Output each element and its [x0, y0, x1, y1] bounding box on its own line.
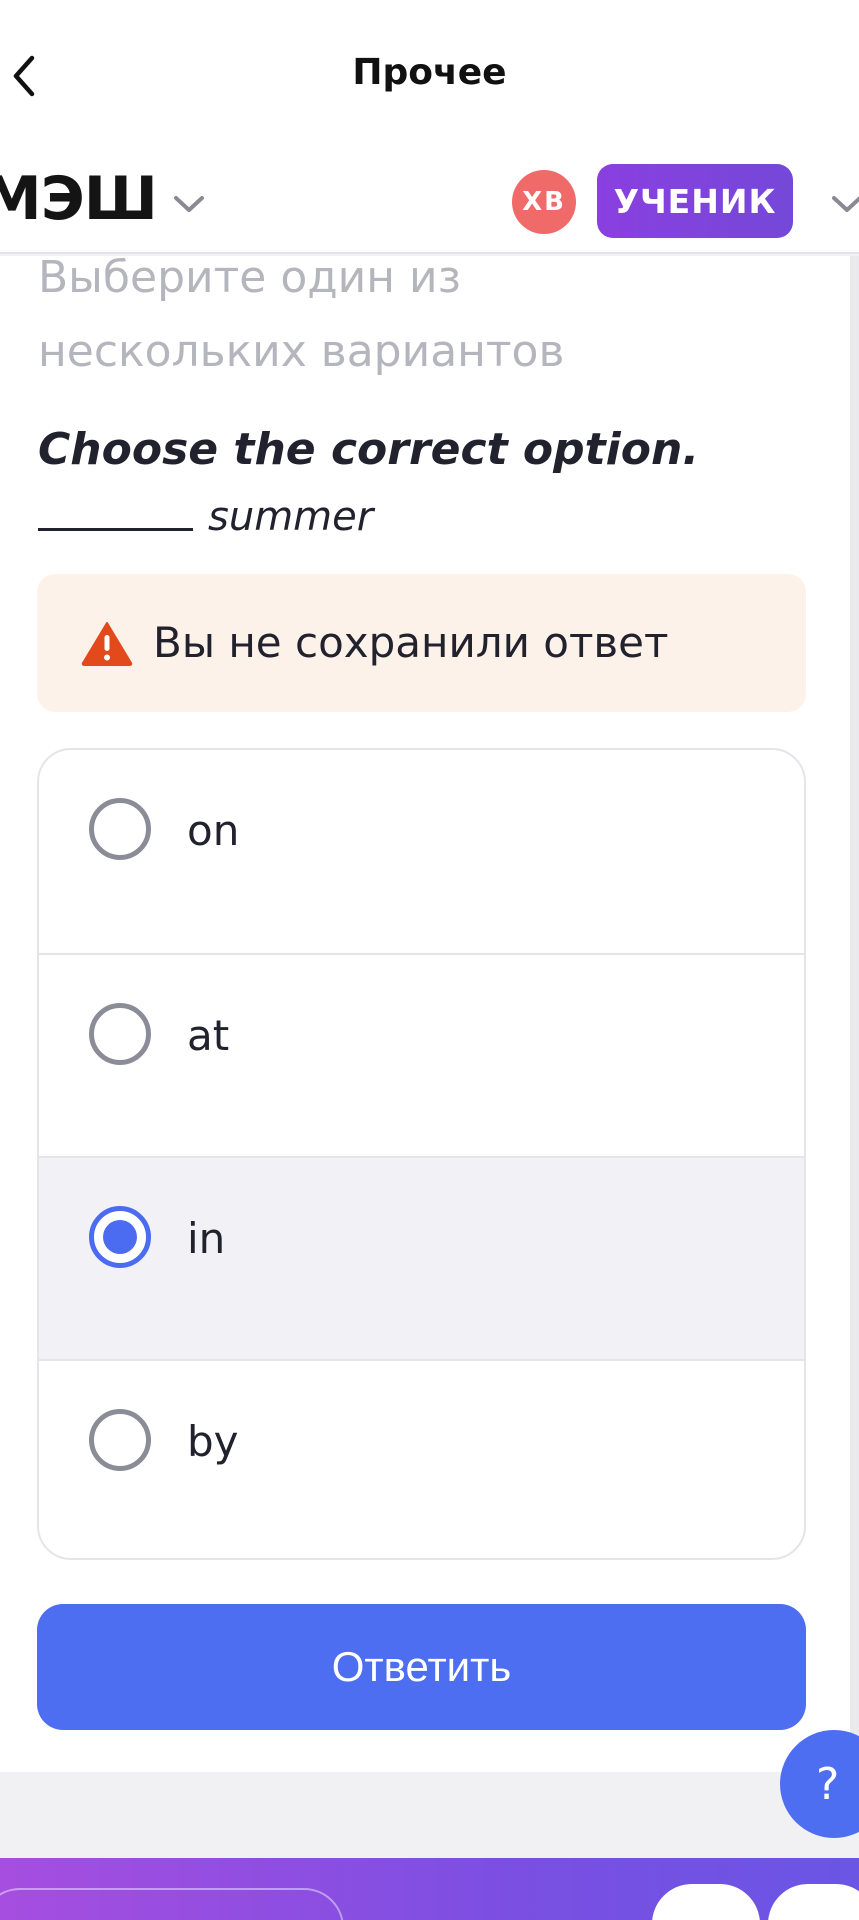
task-card: Выберите один из нескольких вариантов Ch… — [0, 252, 850, 1772]
radio-icon[interactable] — [89, 1409, 151, 1471]
blank-word: summer — [208, 494, 374, 540]
chevron-down-icon[interactable] — [170, 190, 208, 218]
role-badge[interactable]: УЧЕНИК — [597, 164, 793, 238]
question-text: Choose the correct option. — [38, 424, 700, 475]
option-label: in — [187, 1214, 226, 1263]
submit-answer-button[interactable]: Ответить — [37, 1604, 806, 1730]
footer-button[interactable] — [768, 1884, 859, 1920]
option-in[interactable]: in — [39, 1156, 804, 1359]
avatar[interactable]: ХВ — [512, 170, 576, 234]
radio-icon[interactable] — [89, 1003, 151, 1065]
answer-options: on at in by — [37, 748, 806, 1560]
screen: Прочее МЭШ ХВ УЧЕНИК Выберите один из не… — [0, 0, 859, 1920]
option-by[interactable]: by — [39, 1359, 804, 1558]
option-at[interactable]: at — [39, 953, 804, 1156]
option-label: on — [187, 806, 240, 855]
footer-button[interactable] — [652, 1884, 760, 1920]
help-icon: ? — [816, 1758, 840, 1810]
warning-text: Вы не сохранили ответ — [153, 618, 669, 667]
radio-icon[interactable] — [89, 1206, 151, 1268]
radio-icon[interactable] — [89, 798, 151, 860]
option-on[interactable]: on — [39, 750, 804, 953]
footer-pill-button[interactable] — [0, 1888, 344, 1920]
chevron-down-icon[interactable] — [828, 190, 859, 218]
footer-bar — [0, 1858, 859, 1920]
unsaved-warning: Вы не сохранили ответ — [37, 574, 806, 712]
warning-icon — [81, 622, 133, 666]
option-label: at — [187, 1011, 230, 1060]
task-instruction: Выберите один из нескольких вариантов — [38, 252, 565, 377]
site-header: МЭШ ХВ УЧЕНИК — [0, 150, 859, 254]
answer-blank — [38, 528, 193, 531]
logo[interactable]: МЭШ — [0, 164, 158, 234]
page-title: Прочее — [352, 52, 507, 93]
top-navigation-bar: Прочее — [0, 0, 859, 150]
scrollbar-track — [850, 256, 859, 1772]
option-label: by — [187, 1417, 239, 1466]
